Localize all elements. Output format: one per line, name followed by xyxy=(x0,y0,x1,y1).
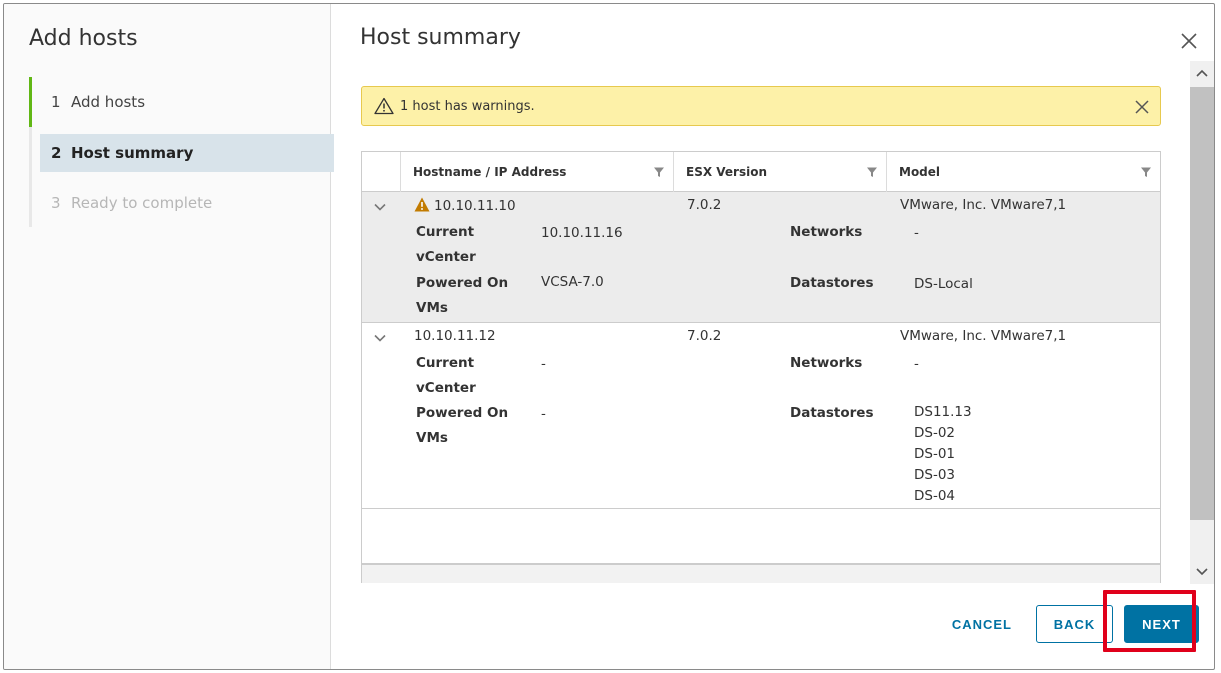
filter-icon[interactable] xyxy=(1140,166,1152,178)
step-label: Add hosts xyxy=(71,93,146,111)
wizard-main: Host summary 1 host has warnings. Hostna… xyxy=(331,4,1214,669)
filter-icon[interactable] xyxy=(866,166,878,178)
powered-on-vms-label: Powered On VMs xyxy=(416,405,509,446)
powered-on-vms-value: - xyxy=(541,406,546,422)
scroll-up-arrow-icon[interactable] xyxy=(1193,65,1211,83)
close-icon xyxy=(1181,33,1197,49)
wizard-sidebar: Add hosts 1 Add hosts 2 Host summary 3 R… xyxy=(4,4,334,669)
networks-value: - xyxy=(914,225,919,241)
chevron-down-icon[interactable] xyxy=(373,200,387,214)
step-host-summary[interactable]: 2 Host summary xyxy=(40,134,334,172)
host-model: VMware, Inc. VMware7,1 xyxy=(900,197,1067,213)
close-dialog-button[interactable] xyxy=(1178,30,1200,52)
host-row-expanded[interactable]: 10.10.11.12 7.0.2 VMware, Inc. VMware7,1… xyxy=(362,323,1160,509)
scrollbar-thumb[interactable] xyxy=(1190,87,1214,520)
host-summary-grid: Hostname / IP Address ESX Version Model xyxy=(361,151,1161,583)
step-number: 2 xyxy=(51,144,62,162)
current-vcenter-value: 10.10.11.16 xyxy=(541,225,623,241)
column-header-esx-version[interactable]: ESX Version xyxy=(673,152,886,192)
step-label: Ready to complete xyxy=(71,194,213,212)
step-number: 3 xyxy=(51,194,61,212)
host-esx-version: 7.0.2 xyxy=(687,197,722,213)
column-header-model[interactable]: Model xyxy=(886,152,1160,192)
column-header-hostname[interactable]: Hostname / IP Address xyxy=(400,152,673,192)
alert-triangle-icon xyxy=(374,97,394,115)
filter-icon[interactable] xyxy=(653,166,665,178)
next-button[interactable]: NEXT xyxy=(1124,605,1199,643)
alert-close-button[interactable] xyxy=(1133,98,1151,116)
step-ready-to-complete: 3 Ready to complete xyxy=(32,184,212,222)
datastore-item: DS11.13 xyxy=(914,404,972,420)
alert-text: 1 host has warnings. xyxy=(400,98,535,114)
current-vcenter-value: - xyxy=(541,356,546,372)
host-hostname: 10.10.11.12 xyxy=(414,328,496,344)
step-add-hosts[interactable]: 1 Add hosts xyxy=(29,77,329,127)
datastores-label: Datastores xyxy=(790,405,874,421)
warning-alert: 1 host has warnings. xyxy=(361,86,1161,126)
networks-label: Networks xyxy=(790,355,863,371)
datastores-list: DS-Local xyxy=(914,274,973,295)
step-number: 1 xyxy=(51,93,61,111)
warning-icon xyxy=(414,197,430,212)
wizard-title: Add hosts xyxy=(29,26,138,51)
current-vcenter-label: Current vCenter xyxy=(416,224,476,265)
grid-empty-space xyxy=(362,509,1160,564)
column-header-label: ESX Version xyxy=(686,165,767,179)
datastores-label: Datastores xyxy=(790,275,874,291)
grid-header: Hostname / IP Address ESX Version Model xyxy=(362,152,1160,192)
datastore-item: DS-02 xyxy=(914,425,956,441)
networks-value: - xyxy=(914,356,919,372)
datastores-list: DS11.13 DS-02 DS-01 DS-03 DS-04 xyxy=(914,402,972,507)
powered-on-vms-label: Powered On VMs xyxy=(416,275,509,316)
step-label: Host summary xyxy=(71,144,194,162)
host-hostname: 10.10.11.10 xyxy=(414,197,516,214)
add-hosts-wizard-dialog: Add hosts 1 Add hosts 2 Host summary 3 R… xyxy=(3,3,1215,670)
networks-label: Networks xyxy=(790,224,863,240)
host-model: VMware, Inc. VMware7,1 xyxy=(900,328,1067,344)
vertical-scrollbar[interactable] xyxy=(1190,61,1214,584)
host-row-expanded[interactable]: 10.10.11.10 7.0.2 VMware, Inc. VMware7,1… xyxy=(362,192,1160,323)
datastore-item: DS-04 xyxy=(914,488,956,504)
host-grid-scroll-region[interactable]: Hostname / IP Address ESX Version Model xyxy=(361,151,1161,583)
close-icon xyxy=(1135,100,1149,114)
host-esx-version: 7.0.2 xyxy=(687,328,722,344)
grid-footer xyxy=(362,564,1160,583)
cancel-button[interactable]: CANCEL xyxy=(936,605,1028,643)
current-vcenter-label: Current vCenter xyxy=(416,355,476,396)
hostname-text: 10.10.11.10 xyxy=(434,198,516,214)
datastore-item: DS-03 xyxy=(914,467,956,483)
wizard-footer-buttons: CANCEL BACK NEXT xyxy=(936,605,1199,643)
column-header-label: Hostname / IP Address xyxy=(413,165,567,179)
column-header-label: Model xyxy=(899,165,941,179)
wizard-steps: 1 Add hosts 2 Host summary 3 Ready to co… xyxy=(29,77,334,227)
powered-on-vms-value: VCSA-7.0 xyxy=(541,274,604,290)
chevron-down-icon[interactable] xyxy=(373,331,387,345)
back-button[interactable]: BACK xyxy=(1036,605,1113,643)
datastore-item: DS-01 xyxy=(914,446,956,462)
scroll-down-arrow-icon[interactable] xyxy=(1193,562,1211,580)
page-title: Host summary xyxy=(360,25,521,50)
datastore-item: DS-Local xyxy=(914,276,973,292)
